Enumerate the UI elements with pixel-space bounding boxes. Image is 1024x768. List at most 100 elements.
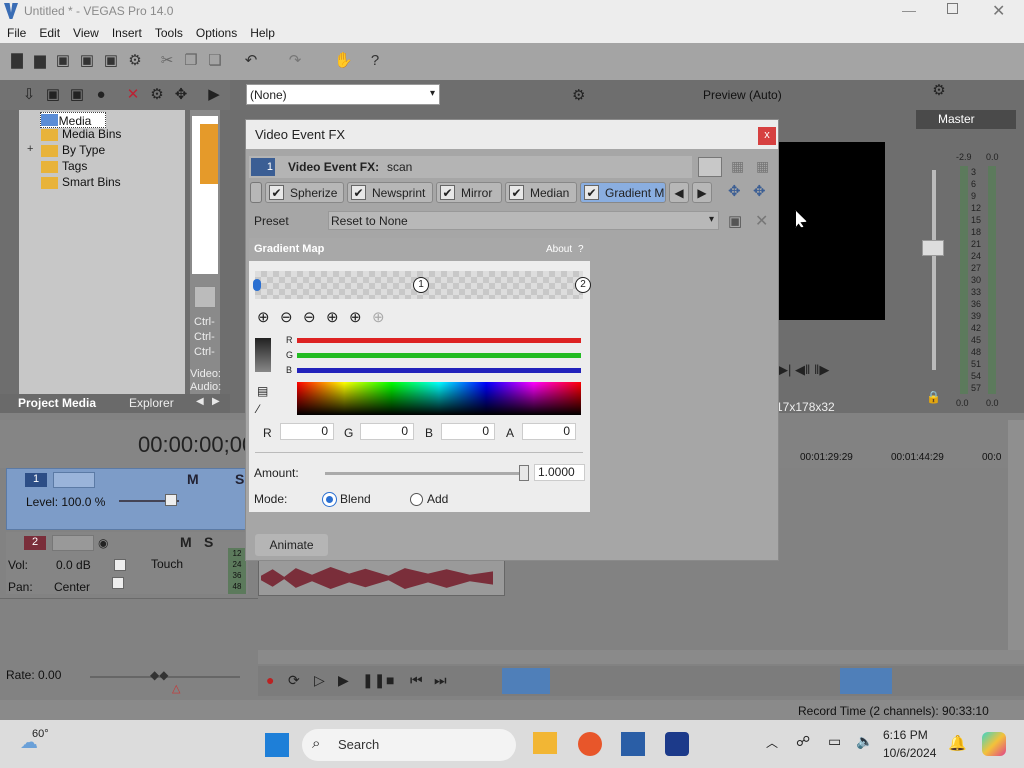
gradient-stop-2[interactable]: 2 (575, 277, 591, 293)
color-spectrum[interactable] (297, 382, 581, 415)
media-properties-icon[interactable]: ⚙ (148, 86, 166, 104)
mode-blend-radio[interactable] (323, 493, 336, 506)
import-media-icon[interactable]: ⇩ (20, 86, 38, 104)
minimize-button[interactable]: — (902, 2, 916, 18)
menu-file[interactable]: File (0, 23, 32, 40)
vegas-taskbar-icon[interactable] (621, 732, 645, 756)
color-swatch[interactable] (255, 338, 271, 372)
new-file-icon[interactable]: ▇ (8, 52, 26, 70)
fx-mirror[interactable]: ✔ Mirror (436, 182, 502, 203)
go-to-end-icon[interactable]: ⏭ (434, 672, 447, 689)
fx-spherize[interactable]: ✔ Spherize (265, 182, 344, 203)
close-window-button[interactable]: ✕ (992, 1, 1005, 21)
network-icon[interactable]: ☍ (796, 733, 810, 750)
field-a-input[interactable]: 0 (522, 423, 576, 440)
copilot-icon[interactable] (982, 732, 1006, 756)
track-1-header[interactable]: 1 M S Level: 100.0 % (6, 468, 248, 530)
solo-button[interactable]: S (204, 534, 213, 550)
mute-button[interactable]: M (187, 471, 199, 487)
remove-icon[interactable]: ✕ (124, 86, 142, 104)
amount-input[interactable]: 1.0000 (534, 464, 585, 481)
gradient-bar[interactable]: 1 2 (253, 271, 591, 299)
menu-view[interactable]: View (66, 23, 105, 40)
master-fader-handle[interactable] (922, 240, 944, 256)
undo-icon[interactable]: ↶ (242, 52, 260, 70)
properties-gear-icon[interactable]: ⚙ (126, 52, 144, 70)
view-large-grid-icon[interactable]: ▦ (756, 158, 769, 175)
audio-event[interactable] (258, 560, 505, 596)
fx-gradient-map[interactable]: ✔ Gradient M (580, 182, 666, 203)
notification-bell-icon[interactable]: 🔔 (948, 734, 967, 752)
snapping-tools[interactable] (840, 668, 892, 694)
move-left-icon[interactable]: ⊖ (303, 308, 316, 326)
play-from-start-icon[interactable]: ▷ (314, 672, 325, 689)
open-folder-icon[interactable]: ▆ (31, 52, 49, 70)
paste-icon[interactable]: ❏ (206, 52, 224, 70)
amount-slider-handle[interactable] (519, 465, 529, 481)
volume-icon[interactable]: 🔈 (856, 733, 873, 750)
animate-button[interactable]: Animate (255, 534, 328, 556)
field-g-input[interactable]: 0 (360, 423, 414, 440)
cut-icon[interactable]: ✂ (158, 52, 176, 70)
view-list-button[interactable] (698, 157, 722, 177)
field-r-input[interactable]: 0 (280, 423, 334, 440)
tree-item-media-bins[interactable]: Media Bins (62, 127, 121, 141)
get-media-icon[interactable]: ▣ (68, 86, 86, 104)
tray-chevron-icon[interactable]: ︿ (766, 734, 778, 751)
preset-select[interactable]: Reset to None ▾ (328, 211, 719, 230)
go-to-start-icon[interactable]: ⏮ (410, 672, 423, 689)
fx-scroll-left-button[interactable]: ◀ (669, 182, 689, 203)
explorer-hand-icon[interactable]: ✋ (334, 52, 353, 70)
track-2-header[interactable]: 2 ◉ M S Vol: 0.0 dB Touch Pan: Center 12… (6, 532, 248, 594)
move-right-icon[interactable]: ⊕ (326, 308, 339, 326)
save-icon[interactable]: ▣ (54, 52, 72, 70)
eyedropper-icon[interactable]: ⁄ (257, 402, 259, 416)
menu-options[interactable]: Options (189, 23, 243, 40)
preview-quality-select[interactable]: Preview (Auto) (703, 88, 782, 102)
weather-temp[interactable]: 60° (32, 728, 49, 740)
clock-time[interactable]: 6:16 PM (883, 728, 928, 742)
blue-slider[interactable] (297, 368, 581, 373)
dialog-close-button[interactable]: x (758, 127, 776, 145)
fx-median[interactable]: ✔ Median (505, 182, 577, 203)
lock-icon[interactable]: 🔒 (926, 390, 941, 404)
tab-explorer[interactable]: Explorer (129, 396, 174, 410)
distribute-icon[interactable]: ⊕ (349, 308, 362, 326)
preview-settings-icon[interactable]: ⚙ (572, 86, 585, 104)
preview-mode-select[interactable]: (None) ▾ (246, 84, 440, 105)
media-fx-icon[interactable]: ✥ (172, 86, 190, 104)
mode-add-radio[interactable] (410, 493, 423, 506)
file-explorer-icon[interactable] (533, 732, 557, 754)
menu-help[interactable]: Help (243, 23, 281, 40)
copy-icon[interactable]: ❐ (182, 52, 200, 70)
view-grid-icon[interactable]: ▦ (731, 158, 744, 175)
save-as-icon[interactable]: ▣ (78, 52, 96, 70)
red-slider[interactable] (297, 338, 581, 343)
tree-item-by-type[interactable]: By Type (62, 143, 105, 157)
tab-scroll-left-icon[interactable]: ◀ (196, 396, 204, 407)
about-link[interactable]: About (546, 244, 572, 255)
play-icon[interactable]: ▶ (338, 672, 349, 689)
reverse-icon[interactable]: ⊕ (372, 308, 385, 326)
timeline-vscroll[interactable] (1008, 420, 1024, 650)
play-preview-icon[interactable]: ▶ (205, 86, 223, 104)
record-arm-icon[interactable]: ◉ (98, 536, 108, 550)
tab-scroll-right-icon[interactable]: ▶ (212, 396, 220, 407)
solo-button[interactable]: S (235, 471, 244, 487)
display-icon[interactable]: ▭ (828, 733, 841, 750)
render-icon[interactable]: ▣ (102, 52, 120, 70)
preview-transport-icons[interactable]: ▶| ◀‖ ‖▶ (778, 362, 829, 378)
fx-newsprint[interactable]: ✔ Newsprint (347, 182, 433, 203)
rate-slider-handle[interactable]: ◆◆ (150, 668, 168, 682)
normal-edit-tool[interactable] (502, 668, 550, 694)
field-b-input[interactable]: 0 (441, 423, 495, 440)
pan-slider-handle[interactable] (112, 577, 124, 589)
gradient-stop-1[interactable]: 1 (413, 277, 429, 293)
fx-chain-insert-icon[interactable]: ✥ (728, 182, 741, 200)
tab-project-media[interactable]: Project Media (18, 396, 96, 410)
gradient-start-stop[interactable] (253, 279, 261, 291)
timeline-scrollbar[interactable] (258, 650, 1024, 664)
track-name-field[interactable] (52, 535, 94, 551)
save-preset-icon[interactable]: ▣ (728, 212, 742, 230)
color-model-icon[interactable]: ▤ (257, 384, 268, 398)
